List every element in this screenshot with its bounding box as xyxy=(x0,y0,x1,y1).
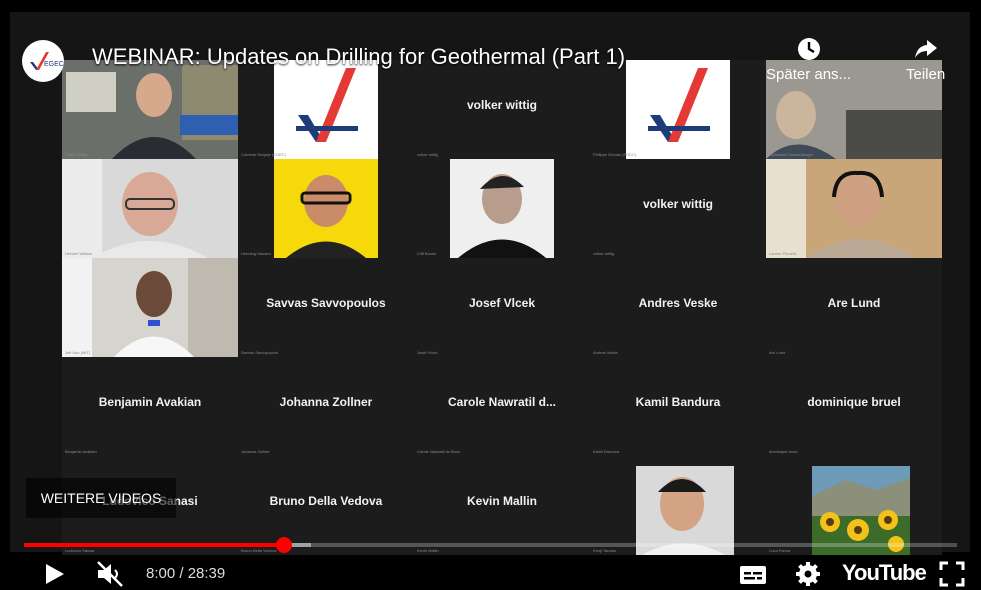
participant-tile: Luca Fanna xyxy=(766,456,942,555)
participant-caption: Kenji Tanaka xyxy=(593,548,616,553)
clock-icon xyxy=(797,38,820,60)
participant-caption: Bruno Della Vedova xyxy=(241,548,277,553)
more-videos-button[interactable]: WEITERE VIDEOS xyxy=(26,478,176,518)
participant-name: Kamil Bandura xyxy=(635,395,721,409)
time-display: 8:00 / 28:39 xyxy=(146,565,226,582)
participant-caption: Volker Wittig xyxy=(65,152,88,157)
participant-caption: Kevin Mallin xyxy=(417,548,439,553)
participant-caption: Johanna Zollner xyxy=(241,449,270,454)
participant-tile: Are Lund Are Lund xyxy=(766,258,942,357)
egec-logo-tile xyxy=(590,60,766,159)
participant-caption: Sebastian Hackenberger xyxy=(769,152,814,157)
channel-logo[interactable]: EGEC xyxy=(22,40,64,82)
participant-tile: Cornelia Sergeje (EGEC) xyxy=(238,60,414,159)
egec-logo-tile xyxy=(238,60,414,159)
share-button[interactable]: Teilen xyxy=(906,36,945,83)
participant-name: dominique bruel xyxy=(807,395,901,409)
participant-name: Are Lund xyxy=(827,296,881,310)
participant-video xyxy=(62,159,238,258)
share-label: Teilen xyxy=(906,66,946,83)
participant-name: Johanna Zollner xyxy=(279,395,373,409)
participant-caption: Kamil Bandura xyxy=(593,449,620,454)
participant-caption: Cliff Brown xyxy=(417,251,437,256)
participant-caption: Andres Veske xyxy=(593,350,618,355)
participant-tile: Kevin Mallin Kevin Mallin xyxy=(414,456,590,555)
video-player[interactable]: Volker Wittig Cornelia Sergeje (EGEC) vo… xyxy=(0,0,981,590)
channel-logo-text: EGEC xyxy=(44,61,64,68)
participant-name: Carole Nawratil d... xyxy=(447,395,557,409)
watch-later-label: Später ans... xyxy=(766,66,852,83)
participant-name: volker wittig xyxy=(466,98,537,112)
participant-caption: Josef Vlcek xyxy=(417,350,438,355)
participant-name: volker wittig xyxy=(642,197,713,211)
youtube-logo-button[interactable]: YouTube xyxy=(842,560,927,586)
progress-bar[interactable] xyxy=(24,543,957,547)
fullscreen-icon[interactable] xyxy=(938,560,966,588)
participant-tile: Andres Veske Andres Veske xyxy=(590,258,766,357)
participant-caption: Cornelia Sergeje (EGEC) xyxy=(241,152,286,157)
participant-video xyxy=(414,159,590,258)
participant-name: Kevin Mallin xyxy=(466,494,537,508)
participant-tile: Henning Hansen xyxy=(238,159,414,258)
participant-video xyxy=(766,456,942,555)
participant-name: Bruno Della Vedova xyxy=(269,494,383,508)
participant-tile: Jeff Kao (MIT) xyxy=(62,258,238,357)
play-icon[interactable] xyxy=(42,560,68,588)
participant-caption: Henning Hansen xyxy=(241,251,271,256)
participant-video xyxy=(62,60,238,159)
participant-tile: Savvas Savvopoulos Savvas Savvopoulos xyxy=(238,258,414,357)
participant-caption: Philippe Dumas (EGEC) xyxy=(593,152,637,157)
participant-tile: Volker Wittig xyxy=(62,60,238,159)
participant-name: Benjamin Avakian xyxy=(98,395,202,409)
participant-tile: Benjamin Avakian Benjamin Avakian xyxy=(62,357,238,456)
participant-caption: Are Lund xyxy=(769,350,786,355)
participant-caption: Jeff Kao (MIT) xyxy=(65,350,91,355)
participant-grid: Volker Wittig Cornelia Sergeje (EGEC) vo… xyxy=(62,60,942,560)
participant-video xyxy=(238,159,414,258)
watch-later-button[interactable]: Später ans... xyxy=(766,36,851,83)
participant-tile: Cliff Brown xyxy=(414,159,590,258)
subtitles-icon[interactable] xyxy=(738,560,768,588)
participant-tile: dominique bruel dominique bruel xyxy=(766,357,942,456)
participant-caption: Lauren Pinnells xyxy=(769,251,797,256)
participant-name: Andres Veske xyxy=(638,296,718,310)
participant-name: Savvas Savvopoulos xyxy=(266,296,386,310)
participant-caption: Savvas Savvopoulos xyxy=(241,350,279,355)
participant-caption: Ludovico Sanasi xyxy=(65,548,95,553)
participant-tile: Bruno Della Vedova Bruno Della Vedova xyxy=(238,456,414,555)
participant-tile: volker wittig volker wittig xyxy=(590,159,766,258)
participant-tile: Carole Nawratil d... Carole Nawratil de … xyxy=(414,357,590,456)
progress-played xyxy=(24,543,285,547)
participant-caption: Carole Nawratil de Bono xyxy=(417,449,461,454)
participant-video xyxy=(766,159,942,258)
participant-tile: Philippe Dumas (EGEC) xyxy=(590,60,766,159)
participant-caption: Luca Fanna xyxy=(769,548,791,553)
egec-logo-icon: EGEC xyxy=(30,52,64,70)
video-title[interactable]: WEBINAR: Updates on Drilling for Geother… xyxy=(92,44,625,70)
participant-tile: volker wittig volker wittig xyxy=(414,60,590,159)
participant-name: Josef Vlcek xyxy=(468,296,536,310)
participant-tile: Lauren Pinnells xyxy=(766,159,942,258)
participant-video xyxy=(62,258,238,357)
participant-tile: Herbert Wiltsch xyxy=(62,159,238,258)
participant-caption: volker wittig xyxy=(593,251,614,256)
participant-video xyxy=(590,456,766,555)
participant-tile: Kenji Tanaka xyxy=(590,456,766,555)
settings-gear-icon[interactable] xyxy=(794,560,822,588)
participant-caption: Benjamin Avakian xyxy=(65,449,97,454)
participant-caption: Herbert Wiltsch xyxy=(65,251,93,256)
video-frame[interactable]: Volker Wittig Cornelia Sergeje (EGEC) vo… xyxy=(10,12,970,555)
participant-caption: volker wittig xyxy=(417,152,438,157)
participant-tile: Kamil Bandura Kamil Bandura xyxy=(590,357,766,456)
muted-volume-icon[interactable] xyxy=(94,560,126,588)
share-arrow-icon xyxy=(914,40,937,58)
participant-tile: Josef Vlcek Josef Vlcek xyxy=(414,258,590,357)
participant-caption: dominique bruel xyxy=(769,449,798,454)
participant-tile: Johanna Zollner Johanna Zollner xyxy=(238,357,414,456)
